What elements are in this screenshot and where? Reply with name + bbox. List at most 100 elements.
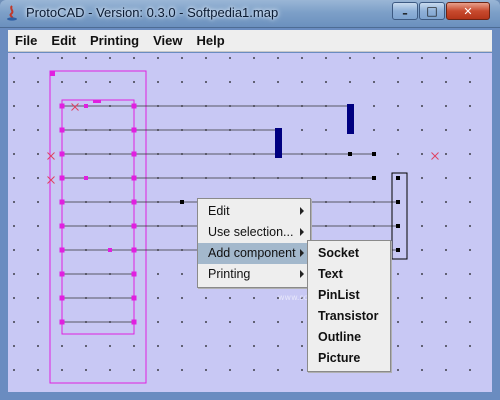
grid-dot bbox=[421, 273, 423, 275]
grid-dot bbox=[157, 369, 159, 371]
grid-dot bbox=[13, 345, 15, 347]
grid-dot bbox=[229, 345, 231, 347]
grid-dot bbox=[109, 81, 111, 83]
grid-dot bbox=[301, 129, 303, 131]
grid-dot bbox=[37, 297, 39, 299]
grid-dot bbox=[157, 57, 159, 59]
grid-dot bbox=[229, 369, 231, 371]
grid-dot bbox=[181, 57, 183, 59]
grid-dot bbox=[157, 81, 159, 83]
grid-dot bbox=[397, 153, 399, 155]
submenu-item-transistor[interactable]: Transistor bbox=[308, 306, 390, 327]
pin-pad bbox=[131, 151, 137, 157]
grid-dot bbox=[181, 345, 183, 347]
trace-pin bbox=[396, 248, 400, 252]
grid-dot bbox=[445, 369, 447, 371]
grid-dot bbox=[181, 81, 183, 83]
pinlist-outline bbox=[61, 99, 135, 335]
grid-dot bbox=[85, 57, 87, 59]
resistor-block bbox=[347, 104, 354, 134]
grid-dot bbox=[109, 345, 111, 347]
pin-pad bbox=[59, 295, 65, 301]
grid-dot bbox=[61, 369, 63, 371]
grid-dot bbox=[445, 225, 447, 227]
grid-dot bbox=[469, 273, 471, 275]
grid-dot bbox=[325, 129, 327, 131]
maximize-button[interactable]: □ bbox=[419, 2, 445, 20]
menu-file[interactable]: File bbox=[8, 33, 44, 48]
pin-pad bbox=[59, 103, 65, 109]
pin-pad bbox=[59, 271, 65, 277]
grid-dot bbox=[469, 129, 471, 131]
trace-pin bbox=[372, 152, 376, 156]
menu-edit[interactable]: Edit bbox=[44, 33, 83, 48]
grid-dot bbox=[421, 201, 423, 203]
menu-view[interactable]: View bbox=[146, 33, 189, 48]
submenu-item-socket[interactable]: Socket bbox=[308, 243, 390, 264]
grid-dot bbox=[13, 225, 15, 227]
outline-handle bbox=[93, 100, 101, 103]
grid-dot bbox=[445, 153, 447, 155]
context-item-label: Printing bbox=[208, 267, 251, 281]
context-item-add-component[interactable]: Add component bbox=[198, 243, 310, 264]
grid-dot bbox=[181, 321, 183, 323]
submenu-item-outline[interactable]: Outline bbox=[308, 327, 390, 348]
close-button[interactable]: ✕ bbox=[446, 2, 490, 20]
grid-dot bbox=[253, 321, 255, 323]
submenu-item-picture[interactable]: Picture bbox=[308, 348, 390, 369]
grid-dot bbox=[421, 129, 423, 131]
grid-dot bbox=[421, 153, 423, 155]
grid-dot bbox=[13, 57, 15, 59]
trace-pin bbox=[84, 104, 88, 108]
grid-dot bbox=[181, 273, 183, 275]
grid-dot bbox=[61, 345, 63, 347]
grid-dot bbox=[469, 321, 471, 323]
grid-dot bbox=[109, 57, 111, 59]
grid-dot bbox=[205, 369, 207, 371]
grid-dot bbox=[469, 345, 471, 347]
grid-dot bbox=[373, 129, 375, 131]
trace-pin bbox=[180, 200, 184, 204]
grid-dot bbox=[253, 369, 255, 371]
grid-dot bbox=[277, 81, 279, 83]
grid-dot bbox=[157, 297, 159, 299]
pin-pad bbox=[59, 175, 65, 181]
grid-dot bbox=[397, 129, 399, 131]
chevron-right-icon bbox=[300, 207, 304, 215]
grid-dot bbox=[13, 201, 15, 203]
trace-pin bbox=[396, 200, 400, 204]
context-item-printing[interactable]: Printing bbox=[198, 264, 310, 285]
context-item-use-selection[interactable]: Use selection... bbox=[198, 222, 310, 243]
grid-dot bbox=[301, 81, 303, 83]
grid-dot bbox=[445, 129, 447, 131]
grid-dot bbox=[397, 297, 399, 299]
chevron-right-icon bbox=[300, 228, 304, 236]
minimize-button[interactable]: – bbox=[392, 2, 418, 20]
pin-pad bbox=[59, 223, 65, 229]
grid-dot bbox=[277, 345, 279, 347]
trace-pin bbox=[348, 152, 352, 156]
window-title: ProtoCAD - Version: 0.3.0 - Softpedia1.m… bbox=[26, 5, 279, 20]
grid-dot bbox=[61, 57, 63, 59]
grid-dot bbox=[469, 153, 471, 155]
submenu-item-pinlist[interactable]: PinList bbox=[308, 285, 390, 306]
pin-pad bbox=[131, 127, 137, 133]
menu-help[interactable]: Help bbox=[189, 33, 231, 48]
grid-dot bbox=[37, 249, 39, 251]
grid-dot bbox=[205, 81, 207, 83]
grid-dot bbox=[301, 321, 303, 323]
submenu-item-text[interactable]: Text bbox=[308, 264, 390, 285]
grid-dot bbox=[445, 81, 447, 83]
grid-dot bbox=[421, 369, 423, 371]
context-item-edit[interactable]: Edit bbox=[198, 201, 310, 222]
grid-dot bbox=[229, 57, 231, 59]
grid-dot bbox=[181, 297, 183, 299]
grid-dot bbox=[397, 345, 399, 347]
pin-pad bbox=[131, 319, 137, 325]
menu-printing[interactable]: Printing bbox=[83, 33, 146, 48]
title-bar[interactable]: ProtoCAD - Version: 0.3.0 - Softpedia1.m… bbox=[0, 0, 500, 28]
grid-dot bbox=[37, 129, 39, 131]
grid-dot bbox=[469, 225, 471, 227]
grid-dot bbox=[13, 369, 15, 371]
grid-dot bbox=[205, 345, 207, 347]
